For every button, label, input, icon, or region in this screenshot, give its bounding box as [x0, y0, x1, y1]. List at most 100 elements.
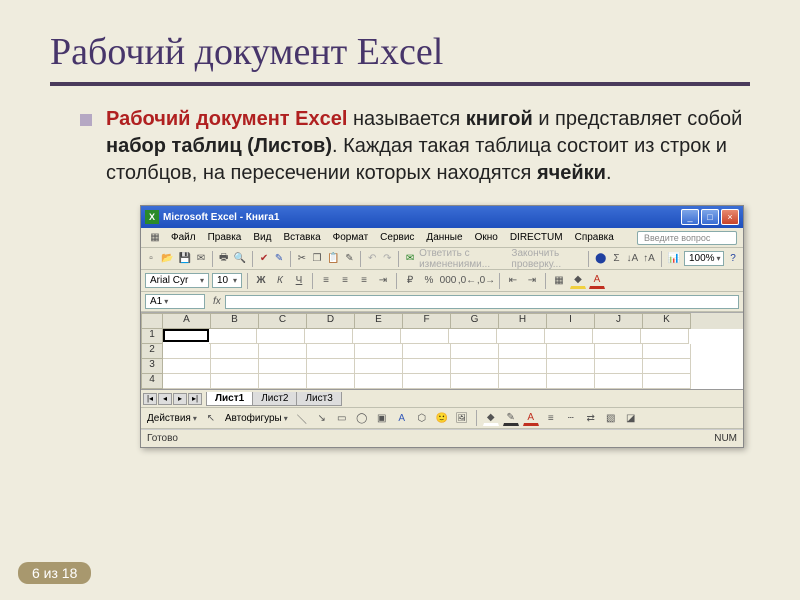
cell[interactable] [593, 329, 641, 344]
cell[interactable] [355, 374, 403, 389]
cell[interactable] [499, 359, 547, 374]
cell[interactable] [307, 359, 355, 374]
picture-icon[interactable]: 🖼 [454, 410, 470, 426]
menu-tools[interactable]: Сервис [376, 232, 418, 243]
increase-indent-icon[interactable]: ⇥ [524, 273, 540, 289]
save-icon[interactable]: 💾 [178, 251, 192, 267]
increase-decimal-icon[interactable]: ,0← [459, 273, 475, 289]
arrow-icon[interactable]: ↘ [314, 410, 330, 426]
copy-icon[interactable]: ❐ [311, 251, 323, 267]
cell[interactable] [355, 344, 403, 359]
cell[interactable] [403, 359, 451, 374]
paste-icon[interactable]: 📋 [326, 251, 340, 267]
cell[interactable] [547, 374, 595, 389]
sheet-tab-2[interactable]: Лист2 [252, 392, 297, 406]
cell[interactable] [545, 329, 593, 344]
cell[interactable] [163, 359, 211, 374]
redo-icon[interactable]: ↷ [381, 251, 393, 267]
3d-icon[interactable]: ◪ [623, 410, 639, 426]
cell[interactable] [595, 374, 643, 389]
menu-view[interactable]: Вид [249, 232, 275, 243]
maximize-button[interactable]: □ [701, 209, 719, 225]
shadow-icon[interactable]: ▧ [603, 410, 619, 426]
sort-desc-icon[interactable]: ↑A [642, 251, 656, 267]
cell-a1[interactable] [163, 329, 209, 342]
font-color-icon[interactable]: A [589, 273, 605, 289]
menu-file[interactable]: Файл [167, 232, 200, 243]
currency-icon[interactable]: ₽ [402, 273, 418, 289]
align-left-icon[interactable]: ≡ [318, 273, 334, 289]
cell[interactable] [259, 344, 307, 359]
line-color-icon[interactable]: ✎ [503, 410, 519, 426]
tab-prev-icon[interactable]: ◂ [158, 393, 172, 405]
col-header[interactable]: A [163, 313, 211, 329]
cell[interactable] [211, 374, 259, 389]
rectangle-icon[interactable]: ▭ [334, 410, 350, 426]
col-header[interactable]: I [547, 313, 595, 329]
cell[interactable] [403, 374, 451, 389]
cell[interactable] [547, 344, 595, 359]
oval-icon[interactable]: ◯ [354, 410, 370, 426]
cell[interactable] [595, 344, 643, 359]
undo-icon[interactable]: ↶ [366, 251, 378, 267]
cell[interactable] [259, 359, 307, 374]
font-color-icon[interactable]: A [523, 410, 539, 426]
diagram-icon[interactable]: ⬡ [414, 410, 430, 426]
fx-icon[interactable]: fx [213, 296, 221, 307]
menu-help[interactable]: Справка [571, 232, 618, 243]
spellcheck-icon[interactable]: ✔ [258, 251, 270, 267]
print-icon[interactable]: 🖶 [218, 251, 230, 267]
percent-icon[interactable]: % [421, 273, 437, 289]
preview-icon[interactable]: 🔍 [233, 251, 247, 267]
close-button[interactable]: × [721, 209, 739, 225]
comma-icon[interactable]: 000 [440, 273, 456, 289]
row-header[interactable]: 2 [141, 344, 163, 359]
chart-icon[interactable]: 📊 [667, 251, 681, 267]
tab-last-icon[interactable]: ▸| [188, 393, 202, 405]
cell[interactable] [451, 374, 499, 389]
sheet-tab-3[interactable]: Лист3 [296, 392, 341, 406]
row-header[interactable]: 3 [141, 359, 163, 374]
align-center-icon[interactable]: ≡ [337, 273, 353, 289]
cell[interactable] [451, 344, 499, 359]
cell[interactable] [449, 329, 497, 344]
font-select[interactable]: Arial Cyr [145, 273, 209, 288]
open-icon[interactable]: 📂 [160, 251, 174, 267]
underline-button[interactable]: Ч [291, 273, 307, 289]
col-header[interactable]: D [307, 313, 355, 329]
tab-next-icon[interactable]: ▸ [173, 393, 187, 405]
cell[interactable] [643, 359, 691, 374]
line-style-icon[interactable]: ≡ [543, 410, 559, 426]
wordart-icon[interactable]: A [394, 410, 410, 426]
cell[interactable] [451, 359, 499, 374]
new-icon[interactable]: ▫ [145, 251, 157, 267]
row-header[interactable]: 4 [141, 374, 163, 389]
col-header[interactable]: C [259, 313, 307, 329]
col-header[interactable]: K [643, 313, 691, 329]
cell[interactable] [163, 374, 211, 389]
cell[interactable] [643, 374, 691, 389]
worksheet-grid[interactable]: A B C D E F G H I J K 1 2 3 4 [141, 312, 743, 389]
bold-button[interactable]: Ж [253, 273, 269, 289]
cell[interactable] [305, 329, 353, 344]
col-header[interactable]: J [595, 313, 643, 329]
line-icon[interactable]: ＼ [294, 410, 310, 426]
help-icon[interactable]: ? [727, 251, 739, 267]
menu-directum[interactable]: DIRECTUM [506, 232, 567, 243]
cell[interactable] [211, 359, 259, 374]
col-header[interactable]: B [211, 313, 259, 329]
fontsize-select[interactable]: 10 [212, 273, 242, 288]
menu-insert[interactable]: Вставка [279, 232, 324, 243]
decrease-decimal-icon[interactable]: ,0→ [478, 273, 494, 289]
research-icon[interactable]: ✎ [273, 251, 285, 267]
cell[interactable] [163, 344, 211, 359]
cut-icon[interactable]: ✂ [296, 251, 308, 267]
align-right-icon[interactable]: ≡ [356, 273, 372, 289]
zoom-select[interactable]: 100% [684, 251, 724, 266]
help-question-input[interactable]: Введите вопрос [637, 231, 737, 245]
arrow-style-icon[interactable]: ⇄ [583, 410, 599, 426]
autosum-icon[interactable]: Σ [610, 251, 622, 267]
clipart-icon[interactable]: 🙂 [434, 410, 450, 426]
cell[interactable] [403, 344, 451, 359]
fill-color-icon[interactable]: ◆ [570, 273, 586, 289]
